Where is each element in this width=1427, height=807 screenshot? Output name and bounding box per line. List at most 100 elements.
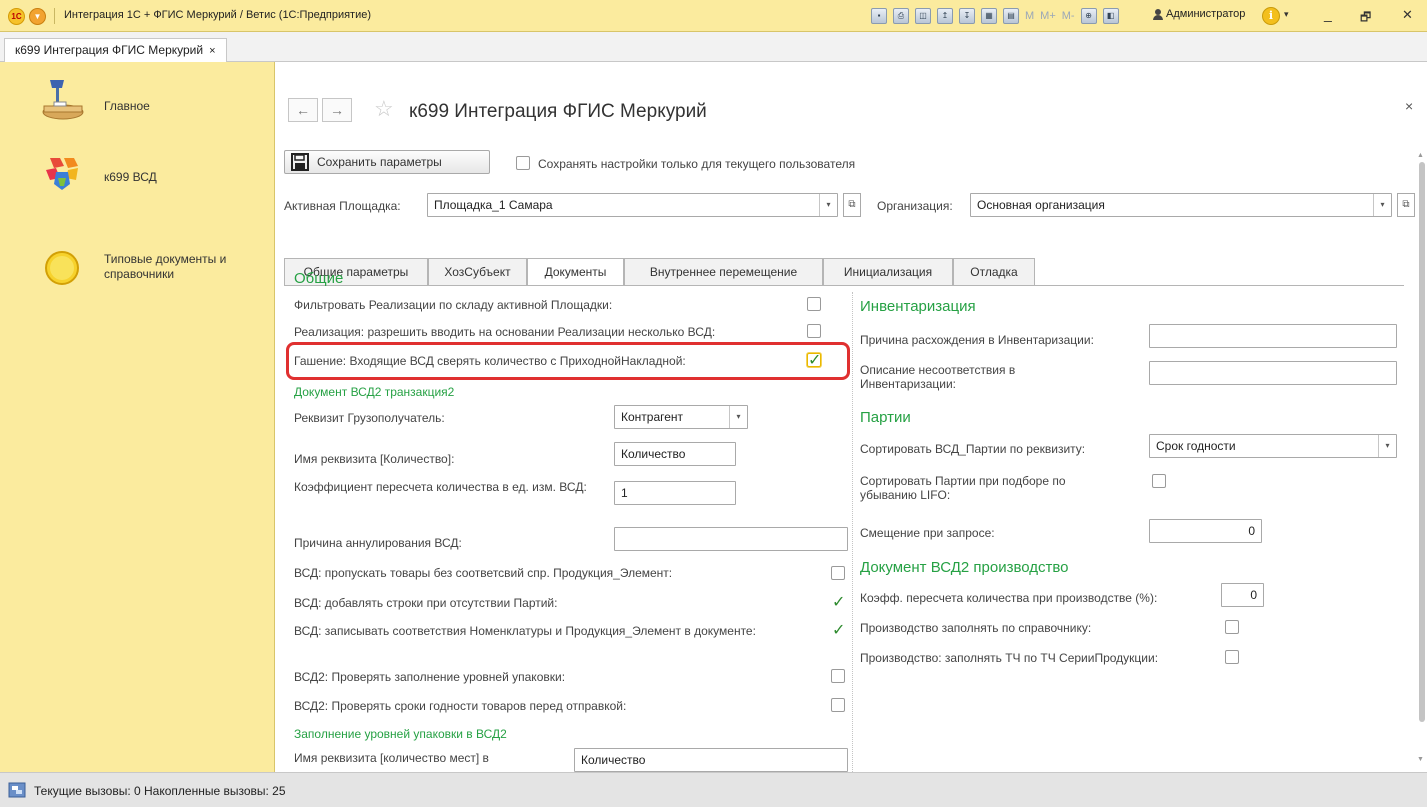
close-window-button[interactable]: ✕ — [1402, 7, 1413, 23]
floppy-disk-icon — [291, 153, 309, 171]
network-icon[interactable] — [8, 782, 26, 798]
qty-attr-input[interactable]: Количество — [614, 442, 736, 466]
active-site-label: Активная Площадка: — [284, 199, 401, 213]
skip-checkbox[interactable] — [831, 566, 845, 580]
form-area: ← → ☆ к699 Интеграция ФГИС Меркурий × Со… — [276, 62, 1427, 772]
save-params-button[interactable]: Сохранить параметры — [284, 150, 490, 174]
tab-debug[interactable]: Отладка — [953, 258, 1035, 286]
status-text: Текущие вызовы: 0 Накопленные вызовы: 25 — [34, 784, 286, 798]
save-for-user-checkbox[interactable] — [516, 156, 530, 170]
calculator-icon[interactable]: ▦ — [981, 8, 997, 24]
section-production: Документ ВСД2 производство — [860, 559, 1069, 576]
filter-label: Фильтровать Реализации по складу активно… — [294, 298, 613, 312]
save-for-user-label: Сохранять настройки только для текущего … — [538, 157, 856, 171]
consignee-label: Реквизит Грузополучатель: — [294, 411, 445, 425]
back-button[interactable]: ← — [288, 98, 318, 122]
tab-internal-movement[interactable]: Внутреннее перемещение — [624, 258, 823, 286]
info-icon[interactable]: i — [1262, 7, 1280, 25]
open-org-icon[interactable]: ⧉ — [1397, 193, 1415, 217]
chevron-down-icon[interactable]: ▾ — [819, 194, 837, 216]
preview-icon[interactable]: ◫ — [915, 8, 931, 24]
check-expiry-label: ВСД2: Проверять сроки годности товаров п… — [294, 699, 627, 713]
chevron-down-icon[interactable]: ▾ — [1378, 435, 1396, 457]
active-site-select[interactable]: Площадка_1 Самара ▾ — [427, 193, 838, 217]
zoom-icon[interactable]: ⊕ — [1080, 8, 1097, 24]
prod-coef-label: Коэфф. пересчета количества при производ… — [860, 591, 1158, 605]
sidebar-item-main[interactable]: Главное — [0, 76, 275, 136]
1c-logo-icon[interactable]: 1С — [8, 8, 25, 25]
sidebar-item-vsd[interactable]: к699 ВСД — [0, 144, 275, 204]
user-name: Администратор — [1166, 8, 1246, 20]
scroll-up-icon[interactable]: ▲ — [1417, 152, 1424, 159]
save-params-label: Сохранить параметры — [317, 155, 442, 169]
cancel-reason-label: Причина аннулирования ВСД: — [294, 536, 462, 550]
organization-select[interactable]: Основная организация ▾ — [970, 193, 1392, 217]
sidebar-item-typical-docs[interactable]: Типовые документы и справочники — [0, 242, 275, 302]
main-menu-icon[interactable]: ▼ — [29, 8, 46, 25]
sort-label: Сортировать ВСД_Партии по реквизиту: — [860, 442, 1086, 456]
favorite-star-icon[interactable]: ☆ — [374, 96, 394, 122]
prod-series-checkbox[interactable] — [1225, 650, 1239, 664]
scrollbar-thumb[interactable] — [1419, 162, 1425, 722]
chevron-down-icon[interactable]: ▾ — [1373, 194, 1391, 216]
mismatch-input[interactable] — [1149, 361, 1397, 385]
panels-icon[interactable]: ◧ — [1102, 8, 1119, 24]
lifo-checkbox[interactable] — [1152, 474, 1166, 488]
info-dropdown-icon[interactable]: ▾ — [1284, 9, 1289, 20]
tab-documents[interactable]: Документы — [527, 258, 624, 286]
check-pack-checkbox[interactable] — [831, 669, 845, 683]
highlight-frame — [286, 342, 850, 380]
cancel-reason-input[interactable] — [614, 527, 848, 551]
open-tab-integration[interactable]: к699 Интеграция ФГИС Меркурий × — [4, 38, 227, 62]
section-packaging: Заполнение уровней упаковки в ВСД2 — [294, 727, 507, 741]
save-icon[interactable]: ▪ — [871, 8, 887, 24]
prod-fill-label: Производство заполнять по справочнику: — [860, 621, 1092, 635]
scroll-down-icon[interactable]: ▼ — [1417, 756, 1424, 763]
section-vsd2-transaction: Документ ВСД2 транзакция2 — [294, 385, 455, 399]
upload-icon[interactable]: ↥ — [937, 8, 953, 24]
add-rows-checkbox[interactable] — [831, 592, 845, 611]
tab-initialization[interactable]: Инициализация — [823, 258, 953, 286]
consignee-select[interactable]: Контрагент ▾ — [614, 405, 748, 429]
memory-minus-button[interactable]: M- — [1062, 10, 1075, 22]
offset-label: Смещение при запросе: — [860, 526, 995, 540]
discrepancy-input[interactable] — [1149, 324, 1397, 348]
section-batches: Партии — [860, 409, 911, 426]
multi-vsd-checkbox[interactable] — [807, 324, 821, 338]
discrepancy-label: Причина расхождения в Инвентаризации: — [860, 333, 1094, 347]
write-match-label: ВСД: записывать соответствия Номенклатур… — [294, 624, 756, 638]
close-form-icon[interactable]: × — [1405, 98, 1413, 114]
download-icon[interactable]: ↧ — [959, 8, 975, 24]
open-windows-bar: к699 Интеграция ФГИС Меркурий × — [0, 32, 1427, 62]
sidebar-item-label: Типовые документы и справочники — [104, 252, 227, 281]
calendar-icon[interactable]: ▤ — [1003, 8, 1019, 24]
memory-m-button[interactable]: M — [1025, 10, 1034, 22]
filter-checkbox[interactable] — [807, 297, 821, 311]
prod-coef-input[interactable]: 0 — [1221, 583, 1264, 607]
window-title: Интеграция 1С + ФГИС Меркурий / Ветис (1… — [64, 9, 372, 21]
toolbar-icons: ▪ ⎙ ◫ ↥ ↧ ▦ ▤ M M+ M- ⊕ ◧ — [868, 7, 1122, 25]
sort-select[interactable]: Срок годности ▾ — [1149, 434, 1397, 458]
prod-fill-checkbox[interactable] — [1225, 620, 1239, 634]
close-tab-icon[interactable]: × — [209, 45, 215, 57]
tab-economic-entity[interactable]: ХозСубъект — [428, 258, 527, 286]
forward-button[interactable]: → — [322, 98, 352, 122]
user-menu[interactable]: Администратор — [1153, 8, 1245, 20]
print-icon[interactable]: ⎙ — [893, 8, 909, 24]
coef-input[interactable]: 1 — [614, 481, 736, 505]
title-bar: 1С ▼ Интеграция 1С + ФГИС Меркурий / Вет… — [0, 0, 1427, 32]
maximize-button[interactable]: 🗗 — [1360, 8, 1371, 29]
memory-plus-button[interactable]: M+ — [1040, 10, 1056, 22]
sections-panel: Главное к699 ВСД Типовые документы и спр… — [0, 62, 275, 772]
page-title: к699 Интеграция ФГИС Меркурий — [409, 101, 707, 122]
offset-input[interactable]: 0 — [1149, 519, 1262, 543]
chevron-down-icon[interactable]: ▾ — [729, 406, 747, 428]
coef-label: Коэффициент пересчета количества в ед. и… — [294, 480, 587, 494]
open-site-icon[interactable]: ⧉ — [843, 193, 861, 217]
write-match-checkbox[interactable] — [831, 620, 845, 639]
places-input[interactable]: Количество — [574, 748, 848, 772]
minimize-button[interactable]: _ — [1324, 6, 1332, 22]
org-label: Организация: — [877, 199, 953, 213]
check-expiry-checkbox[interactable] — [831, 698, 845, 712]
sort-value: Срок годности — [1156, 439, 1236, 453]
